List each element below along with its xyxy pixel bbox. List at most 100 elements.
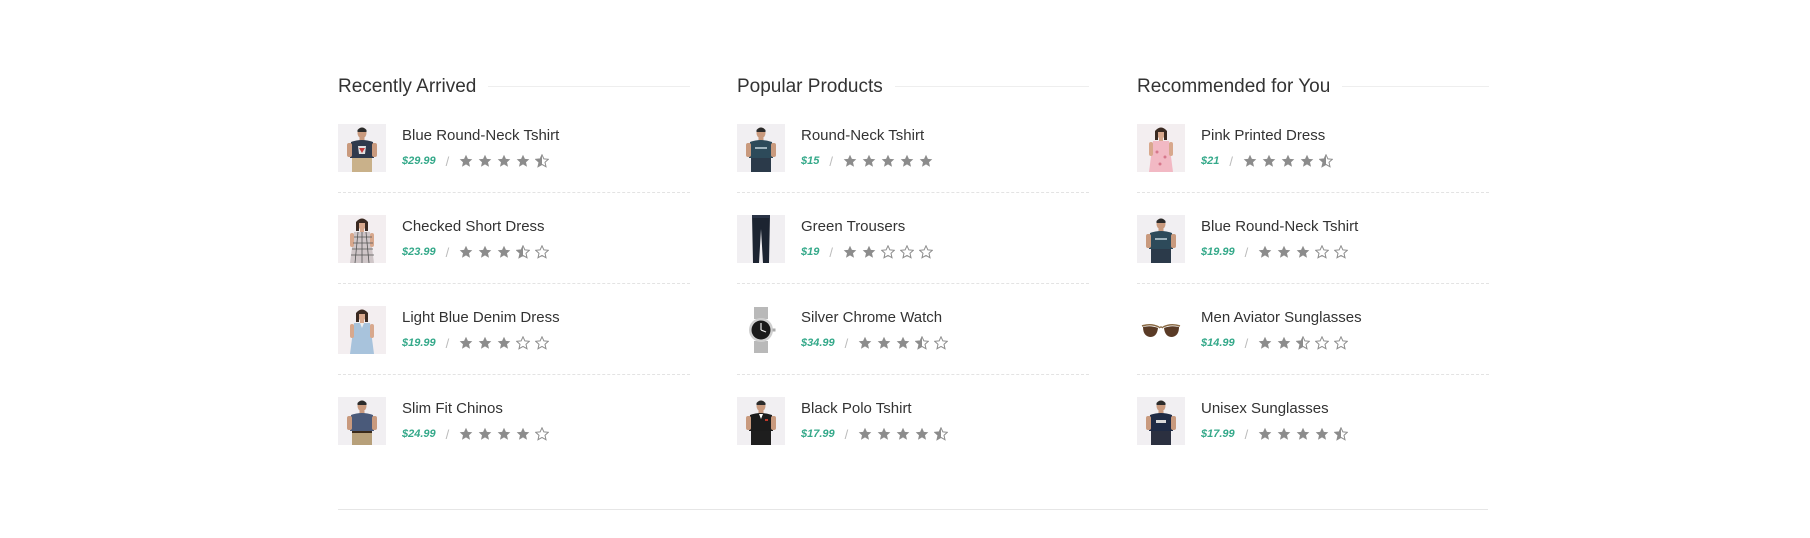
product-price: $19 bbox=[801, 246, 820, 258]
product-price: $21 bbox=[1201, 155, 1220, 167]
star-full-icon bbox=[858, 336, 872, 349]
product-name-link[interactable]: Blue Round-Neck Tshirt bbox=[1201, 218, 1358, 236]
product-item: Light Blue Denim Dress $19.99 / bbox=[338, 305, 690, 396]
star-full-icon bbox=[1258, 245, 1272, 258]
separator: / bbox=[1244, 244, 1249, 260]
star-half-icon bbox=[1296, 336, 1311, 350]
star-full-icon bbox=[497, 336, 511, 349]
star-empty-icon bbox=[1315, 245, 1330, 259]
star-empty-icon bbox=[516, 336, 531, 350]
separator: / bbox=[844, 426, 849, 442]
product-item: Blue Round-Neck Tshirt $29.99 / bbox=[338, 123, 690, 214]
product-name-link[interactable]: Men Aviator Sunglasses bbox=[1201, 309, 1362, 327]
product-meta: $34.99 / bbox=[801, 335, 949, 351]
rating-stars bbox=[858, 336, 949, 350]
star-full-icon bbox=[1300, 154, 1314, 167]
star-full-icon bbox=[1277, 336, 1291, 349]
product-price: $14.99 bbox=[1201, 337, 1235, 349]
star-full-icon bbox=[478, 245, 492, 258]
product-item: Round-Neck Tshirt $15 / bbox=[737, 123, 1089, 214]
product-meta: $17.99 / bbox=[801, 426, 949, 442]
product-meta: $24.99 / bbox=[402, 426, 550, 442]
star-full-icon bbox=[1262, 154, 1276, 167]
star-empty-icon bbox=[535, 427, 550, 441]
product-thumbnail[interactable] bbox=[737, 397, 785, 445]
product-thumbnail[interactable] bbox=[338, 124, 386, 172]
separator: / bbox=[829, 153, 833, 169]
star-half-icon bbox=[1334, 427, 1349, 441]
product-name-link[interactable]: Silver Chrome Watch bbox=[801, 309, 942, 327]
star-full-icon bbox=[1277, 245, 1291, 258]
item-divider bbox=[1137, 374, 1489, 375]
product-item: Pink Printed Dress $21 / bbox=[1137, 123, 1489, 214]
star-full-icon bbox=[896, 336, 910, 349]
product-item: Black Polo Tshirt $17.99 / bbox=[737, 396, 1089, 487]
product-price: $15 bbox=[801, 155, 820, 167]
star-empty-icon bbox=[1334, 245, 1349, 259]
product-meta: $19.99 / bbox=[402, 335, 550, 351]
star-full-icon bbox=[459, 427, 473, 440]
rating-stars bbox=[1243, 154, 1333, 168]
product-item: Slim Fit Chinos $24.99 / bbox=[338, 396, 690, 487]
product-item: Unisex Sunglasses $17.99 / bbox=[1137, 396, 1489, 487]
product-item: Green Trousers $19 / bbox=[737, 214, 1089, 305]
product-name-link[interactable]: Slim Fit Chinos bbox=[402, 400, 503, 418]
product-thumbnail[interactable] bbox=[1137, 397, 1185, 445]
star-full-icon bbox=[516, 154, 530, 167]
star-full-icon bbox=[459, 245, 473, 258]
separator: / bbox=[1244, 335, 1249, 351]
separator: / bbox=[445, 335, 450, 351]
separator: / bbox=[445, 244, 450, 260]
star-half-icon bbox=[1318, 154, 1333, 168]
product-name-link[interactable]: Green Trousers bbox=[801, 218, 905, 236]
product-price: $24.99 bbox=[402, 428, 436, 440]
product-price: $17.99 bbox=[801, 428, 835, 440]
star-full-icon bbox=[1296, 245, 1310, 258]
star-empty-icon bbox=[918, 245, 933, 259]
item-divider bbox=[1137, 283, 1489, 284]
star-full-icon bbox=[1277, 427, 1291, 440]
item-divider bbox=[338, 192, 690, 193]
rating-stars bbox=[1258, 427, 1349, 441]
separator: / bbox=[829, 244, 833, 260]
product-thumbnail[interactable] bbox=[737, 306, 785, 354]
product-name-link[interactable]: Pink Printed Dress bbox=[1201, 127, 1325, 145]
product-name-link[interactable]: Round-Neck Tshirt bbox=[801, 127, 924, 145]
rating-stars bbox=[1258, 336, 1349, 350]
product-thumbnail[interactable] bbox=[737, 215, 785, 263]
star-full-icon bbox=[478, 427, 492, 440]
product-thumbnail[interactable] bbox=[1137, 124, 1185, 172]
rating-stars bbox=[843, 245, 933, 259]
product-item: Blue Round-Neck Tshirt $19.99 / bbox=[1137, 214, 1489, 305]
product-name-link[interactable]: Checked Short Dress bbox=[402, 218, 545, 236]
product-thumbnail[interactable] bbox=[737, 124, 785, 172]
product-meta: $23.99 / bbox=[402, 244, 550, 260]
star-full-icon bbox=[877, 427, 891, 440]
rating-stars bbox=[459, 336, 550, 350]
product-meta: $29.99 / bbox=[402, 153, 550, 169]
product-thumbnail[interactable] bbox=[1137, 306, 1185, 354]
star-full-icon bbox=[497, 427, 511, 440]
star-full-icon bbox=[1258, 427, 1272, 440]
product-name-link[interactable]: Blue Round-Neck Tshirt bbox=[402, 127, 559, 145]
product-widgets-section: Recently Arrived Blue Round-Neck Tshirt … bbox=[0, 0, 1810, 538]
rating-stars bbox=[858, 427, 949, 441]
star-full-icon bbox=[497, 154, 511, 167]
product-item: Men Aviator Sunglasses $14.99 / bbox=[1137, 305, 1489, 396]
product-thumbnail[interactable] bbox=[338, 215, 386, 263]
item-divider bbox=[338, 374, 690, 375]
product-name-link[interactable]: Unisex Sunglasses bbox=[1201, 400, 1329, 418]
star-full-icon bbox=[497, 245, 511, 258]
product-price: $23.99 bbox=[402, 246, 436, 258]
separator: / bbox=[445, 426, 450, 442]
product-thumbnail[interactable] bbox=[338, 306, 386, 354]
star-full-icon bbox=[1258, 336, 1272, 349]
star-full-icon bbox=[1296, 427, 1310, 440]
star-full-icon bbox=[478, 336, 492, 349]
product-thumbnail[interactable] bbox=[1137, 215, 1185, 263]
product-name-link[interactable]: Light Blue Denim Dress bbox=[402, 309, 560, 327]
product-thumbnail[interactable] bbox=[338, 397, 386, 445]
column-title: Popular Products bbox=[737, 76, 895, 98]
star-full-icon bbox=[919, 154, 933, 167]
product-name-link[interactable]: Black Polo Tshirt bbox=[801, 400, 912, 418]
